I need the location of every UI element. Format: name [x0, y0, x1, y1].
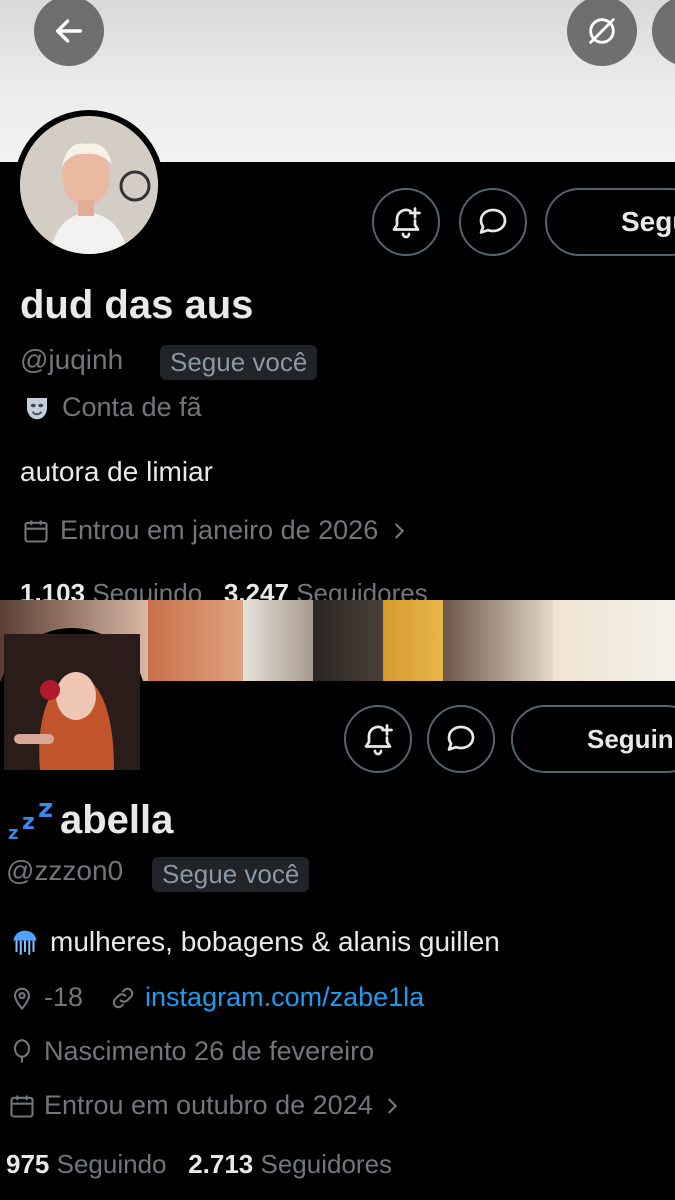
avatar-image: [4, 634, 140, 770]
map-pin-icon: [13, 987, 31, 1010]
svg-text:z: z: [22, 810, 35, 835]
following-count[interactable]: 1.103: [20, 578, 85, 600]
location-label: -18: [44, 982, 84, 1012]
website-link[interactable]: instagram.com/zabe1la: [145, 982, 424, 1013]
bell-plus-icon: [392, 207, 421, 239]
message-button[interactable]: [459, 188, 527, 256]
follow-button-label: Segu: [621, 206, 675, 237]
joined-label: Entrou em janeiro de 2026: [60, 515, 379, 545]
joined-label: Entrou em outubro de 2024: [44, 1090, 373, 1120]
display-name: dud das aus: [20, 283, 254, 327]
username: @zzzon0: [6, 855, 124, 886]
username: @juqinh: [20, 344, 124, 375]
notify-button[interactable]: [372, 188, 440, 256]
followers-count[interactable]: 3.247: [224, 578, 289, 600]
theater-mask-icon: [27, 397, 47, 419]
avatar[interactable]: [0, 628, 146, 776]
chevron-right-icon: [395, 522, 405, 539]
following-label[interactable]: Seguindo: [57, 1149, 167, 1179]
notify-button[interactable]: [344, 705, 412, 773]
profile-card-2: Seguin z z z abella @zzzon0 Segue você m…: [0, 600, 675, 1200]
bio: mulheres, bobagens & alanis guillen: [8, 925, 500, 959]
globe-off-icon: [589, 18, 615, 44]
joined-row[interactable]: Entrou em outubro de 2024: [8, 1090, 403, 1121]
jellyfish-icon: [13, 930, 37, 955]
stats-row: 975 Seguindo 2.713 Seguidores: [6, 1149, 392, 1180]
followers-label[interactable]: Seguidores: [296, 578, 428, 600]
svg-text:z: z: [38, 795, 53, 824]
birthday-label: Nascimento 26 de fevereiro: [44, 1036, 375, 1066]
zzz-emoji-icon: z z z: [8, 795, 53, 843]
account-type-label: Conta de fã: [62, 392, 202, 422]
message-button[interactable]: [427, 705, 495, 773]
profile-card-1: Segu dud das aus @juqinh Segue você Cont…: [0, 0, 675, 600]
bio: autora de limiar: [20, 456, 213, 487]
balloon-icon: [13, 1038, 31, 1062]
calendar-icon: [24, 520, 48, 543]
avatar[interactable]: [14, 110, 164, 260]
follow-button-label: Seguin: [587, 723, 674, 754]
followers-label[interactable]: Seguidores: [261, 1149, 393, 1179]
account-type-row: Conta de fã: [22, 392, 202, 423]
following-label[interactable]: Seguindo: [92, 578, 202, 600]
avatar-image: [20, 116, 158, 254]
chevron-right-icon: [387, 1097, 397, 1114]
display-name: z z z abella: [6, 795, 173, 843]
follow-button[interactable]: Segu: [545, 188, 675, 256]
stats-row: 1.103 Seguindo 3.247 Seguidores: [20, 578, 428, 600]
follows-you-badge: Segue você: [152, 857, 310, 892]
followers-count[interactable]: 2.713: [188, 1149, 253, 1179]
follows-you-badge: Segue você: [160, 345, 318, 380]
bell-plus-icon: [364, 724, 393, 756]
calendar-icon: [10, 1095, 34, 1118]
svg-text:z: z: [8, 823, 18, 843]
follow-button[interactable]: Seguin: [511, 705, 675, 773]
link-icon: [112, 987, 134, 1008]
birthday-row: Nascimento 26 de fevereiro: [8, 1036, 374, 1067]
bio-text: mulheres, bobagens & alanis guillen: [50, 926, 500, 957]
location-website-row: -18 instagram.com/zabe1la: [8, 982, 424, 1013]
following-count[interactable]: 975: [6, 1149, 49, 1179]
arrow-left-icon: [55, 19, 83, 43]
display-name-text: abella: [60, 798, 174, 842]
message-icon: [479, 208, 507, 234]
joined-row[interactable]: Entrou em janeiro de 2026: [22, 515, 410, 546]
message-icon: [447, 725, 475, 751]
